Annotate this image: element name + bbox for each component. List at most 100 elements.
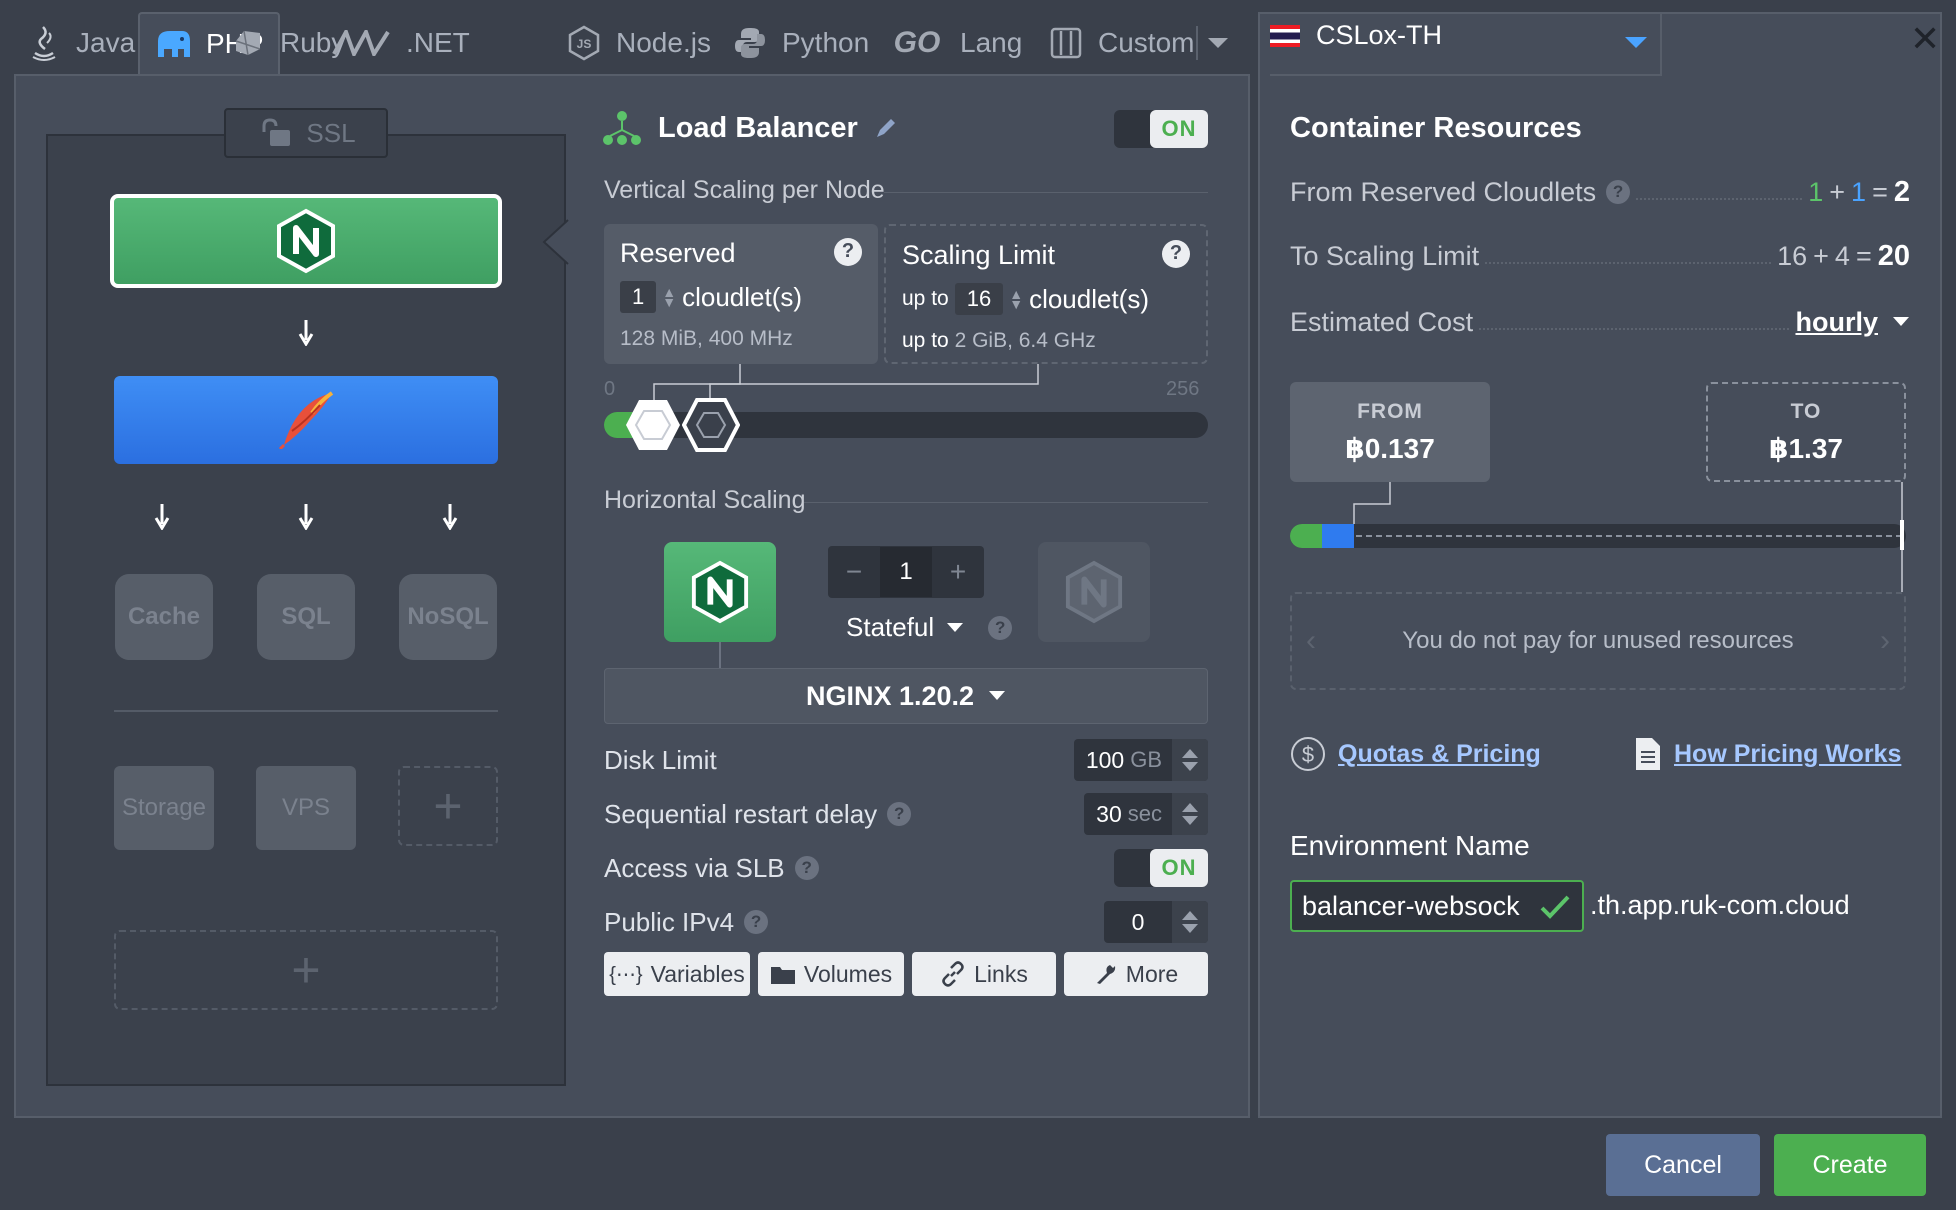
limit-slider-handle[interactable] bbox=[682, 397, 740, 453]
cost-from-label: FROM bbox=[1357, 399, 1423, 423]
slb-toggle[interactable]: ON bbox=[1114, 849, 1208, 887]
folder-icon bbox=[770, 967, 795, 984]
node-count-stepper[interactable]: − 1 + bbox=[828, 546, 984, 598]
disk-limit-row: Disk Limit 100 GB bbox=[604, 738, 1208, 782]
help-icon[interactable]: ? bbox=[1606, 180, 1631, 204]
divider bbox=[884, 192, 1208, 193]
cost-from-box: FROM ฿0.137 bbox=[1290, 382, 1490, 482]
ipv4-input[interactable]: 0 bbox=[1104, 901, 1208, 943]
more-button[interactable]: More bbox=[1064, 952, 1208, 996]
tab-dotnet[interactable]: .NET bbox=[330, 12, 470, 74]
vps-node[interactable]: VPS bbox=[256, 766, 356, 850]
region-name: CSLox-TH bbox=[1316, 20, 1443, 50]
tab-custom[interactable]: Custom bbox=[1046, 12, 1194, 74]
cost-fill-dynamic bbox=[1322, 524, 1354, 548]
arrow-down-icon bbox=[442, 504, 458, 530]
reserved-a: 1 bbox=[1808, 176, 1824, 207]
close-icon[interactable]: ✕ bbox=[1910, 18, 1940, 60]
cache-label: Cache bbox=[127, 603, 201, 630]
active-node-icon[interactable] bbox=[664, 542, 776, 642]
reserved-cloudlets-box: Reserved ? 1 ▲ ▼ cloudlet(s) 128 MiB, 400… bbox=[604, 224, 878, 364]
storage-node[interactable]: Storage bbox=[114, 766, 214, 850]
help-icon[interactable]: ? bbox=[794, 856, 819, 880]
limit-spec-prefix: up to bbox=[902, 329, 949, 352]
pencil-icon[interactable] bbox=[874, 116, 898, 140]
divider bbox=[1660, 12, 1662, 74]
scaling-mode-dropdown[interactable]: Stateful ? bbox=[846, 612, 1013, 643]
spinner-arrows-icon[interactable] bbox=[1172, 739, 1208, 781]
reserved-total: 2 bbox=[1893, 175, 1910, 208]
links-button[interactable]: Links bbox=[912, 952, 1056, 996]
chevron-right-icon[interactable]: › bbox=[1880, 624, 1890, 658]
tabs-more-dropdown[interactable] bbox=[1206, 36, 1230, 55]
reserved-cloudlets-input[interactable]: 1 bbox=[620, 281, 657, 313]
sql-label: SQL bbox=[281, 603, 331, 630]
node-count-value[interactable]: 1 bbox=[880, 547, 932, 597]
help-icon[interactable]: ? bbox=[887, 802, 912, 826]
cancel-button[interactable]: Cancel bbox=[1606, 1134, 1760, 1196]
version-select[interactable]: NGINX 1.20.2 bbox=[604, 668, 1208, 724]
cost-range-dashes bbox=[1356, 535, 1902, 537]
engine-tabs: Java PHP Ruby .NET JS Node.js Python GO … bbox=[14, 12, 1250, 74]
environment-name-input[interactable]: balancer-websock bbox=[1290, 880, 1584, 932]
chevron-left-icon[interactable]: ‹ bbox=[1306, 624, 1316, 658]
divider bbox=[1270, 74, 1662, 76]
restart-delay-input[interactable]: 30 sec bbox=[1084, 793, 1208, 835]
how-pricing-works-link[interactable]: How Pricing Works bbox=[1634, 736, 1901, 772]
variables-button[interactable]: {⋯} Variables bbox=[604, 952, 750, 996]
apache-feather-icon bbox=[278, 391, 334, 449]
tab-java[interactable]: Java bbox=[24, 12, 135, 74]
nosql-node[interactable]: NoSQL bbox=[399, 574, 497, 660]
slider-min-label: 0 bbox=[604, 378, 616, 400]
node-enable-toggle[interactable]: ON bbox=[1114, 110, 1208, 148]
limit-prefix: up to bbox=[902, 287, 949, 310]
connector-line bbox=[719, 642, 721, 668]
region-selector[interactable]: CSLox-TH bbox=[1270, 20, 1442, 51]
tab-go[interactable]: GO Lang bbox=[886, 12, 1023, 74]
restart-delay-unit: sec bbox=[1127, 801, 1162, 826]
ssl-toggle[interactable]: SSL bbox=[224, 108, 388, 158]
disk-limit-input[interactable]: 100 GB bbox=[1073, 739, 1208, 781]
reserved-slider-handle[interactable] bbox=[624, 397, 682, 453]
help-icon[interactable]: ? bbox=[834, 237, 862, 266]
go-icon: GO bbox=[893, 26, 941, 59]
add-layer-button[interactable]: + bbox=[114, 930, 498, 1010]
braces-icon: {⋯} bbox=[609, 963, 643, 986]
help-icon[interactable]: ? bbox=[988, 615, 1013, 640]
reserved-b: 1 bbox=[1851, 176, 1867, 207]
decrement-button[interactable]: − bbox=[828, 556, 880, 588]
tab-ruby[interactable]: Ruby bbox=[228, 12, 345, 74]
volumes-button[interactable]: Volumes bbox=[758, 952, 904, 996]
application-server-node[interactable] bbox=[114, 376, 498, 464]
cost-period-value: hourly bbox=[1795, 306, 1878, 337]
create-button[interactable]: Create bbox=[1774, 1134, 1926, 1196]
cost-period-dropdown[interactable]: hourly bbox=[1789, 306, 1910, 338]
reserved-unit: cloudlet(s) bbox=[682, 281, 803, 312]
storage-label: Storage bbox=[121, 794, 207, 821]
help-icon[interactable]: ? bbox=[744, 910, 769, 934]
help-icon[interactable]: ? bbox=[1162, 239, 1190, 268]
plus-icon: + bbox=[433, 778, 463, 834]
spinner-arrows-icon[interactable] bbox=[1172, 901, 1208, 943]
container-resources-title: Container Resources bbox=[1290, 112, 1582, 144]
unused-note-text: You do not pay for unused resources bbox=[1402, 627, 1794, 654]
quotas-pricing-text: Quotas & Pricing bbox=[1338, 739, 1541, 768]
spinner-arrows-icon[interactable] bbox=[1172, 793, 1208, 835]
tab-nodejs[interactable]: JS Node.js bbox=[564, 12, 711, 74]
increment-button[interactable]: + bbox=[932, 556, 984, 588]
load-balancer-node[interactable] bbox=[110, 194, 502, 288]
scaling-limit-input[interactable]: 16 bbox=[954, 283, 1004, 315]
quotas-pricing-link[interactable]: $ Quotas & Pricing bbox=[1290, 736, 1541, 772]
add-extra-node-button[interactable]: + bbox=[398, 766, 498, 846]
selection-pointer bbox=[542, 219, 569, 265]
cache-node[interactable]: Cache bbox=[115, 574, 213, 660]
ruby-icon bbox=[228, 23, 268, 63]
scaling-limit-box: Scaling Limit ? up to 16 ▲ ▼ cloudlet(s) … bbox=[884, 224, 1208, 364]
nginx-logo-icon bbox=[1065, 560, 1123, 624]
tab-java-label: Java bbox=[76, 27, 136, 58]
tab-python[interactable]: Python bbox=[730, 12, 869, 74]
spinner-arrows-icon[interactable]: ▲ ▼ bbox=[1009, 287, 1023, 311]
chevron-down-icon[interactable] bbox=[1624, 36, 1648, 50]
spinner-arrows-icon[interactable]: ▲ ▼ bbox=[662, 285, 676, 309]
sql-node[interactable]: SQL bbox=[257, 574, 355, 660]
